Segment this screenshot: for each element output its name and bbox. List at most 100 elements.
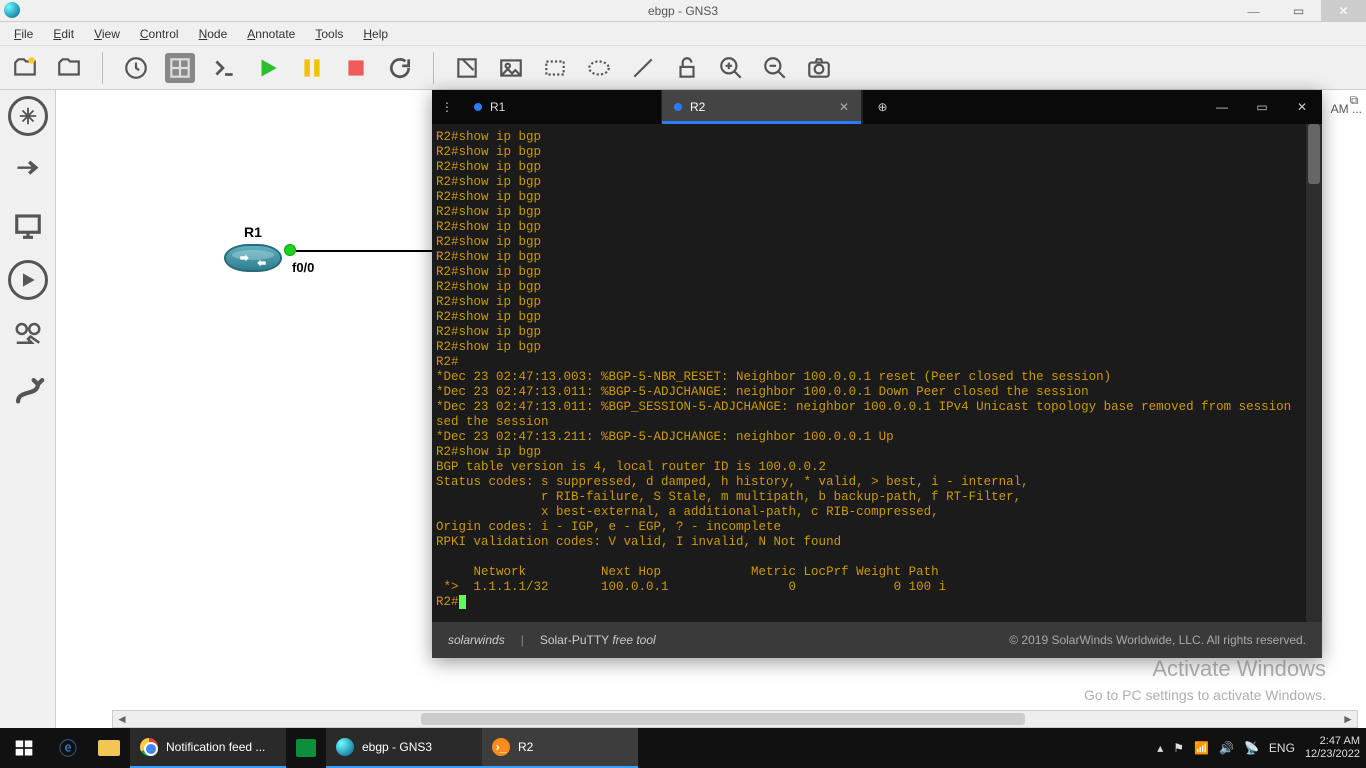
tab-close-icon[interactable]: ✕ (839, 100, 849, 114)
screenshot-icon[interactable] (804, 53, 834, 83)
taskbar-gns3-label: ebgp - GNS3 (362, 740, 432, 754)
play-icon[interactable] (253, 53, 283, 83)
taskbar-chrome[interactable]: Notification feed ... (130, 728, 286, 768)
terminal-text: R2#show ip bgp R2#show ip bgp R2#show ip… (436, 130, 1322, 594)
scroll-track[interactable] (131, 711, 1339, 727)
toolbar (0, 46, 1366, 90)
image-icon[interactable] (496, 53, 526, 83)
terminal-menu-icon[interactable]: ⋮ (432, 90, 462, 124)
folder-icon (98, 740, 120, 756)
terminal-tab-r1[interactable]: R1 (462, 90, 662, 124)
footer-product: Solar-PuTTY free tool (540, 633, 656, 647)
tray-wifi-icon[interactable]: 📡 (1244, 741, 1259, 755)
tray-chevron-icon[interactable]: ▴ (1157, 741, 1163, 755)
port-status-dot (284, 244, 296, 256)
menubar: File Edit View Control Node Annotate Too… (0, 22, 1366, 46)
tab-status-dot (474, 103, 482, 111)
tab-label: R2 (690, 100, 705, 114)
terminal-output[interactable]: R2#show ip bgp R2#show ip bgp R2#show ip… (432, 124, 1322, 622)
link-icon[interactable] (6, 368, 50, 412)
toolbar-separator (102, 52, 103, 84)
taskbar-ie[interactable]: ⓔ (48, 728, 88, 768)
menu-node[interactable]: Node (191, 25, 236, 43)
all-devices-icon[interactable] (6, 312, 50, 356)
terminal-minimize-button[interactable]: — (1202, 90, 1242, 124)
menu-annotate[interactable]: Annotate (239, 25, 303, 43)
taskbar-gns3[interactable]: ebgp - GNS3 (326, 728, 482, 768)
footer-separator: | (521, 633, 524, 647)
tray-language[interactable]: ENG (1269, 741, 1295, 755)
toolbar-separator (433, 52, 434, 84)
terminal-cursor (459, 595, 467, 609)
am-label: AM ... (1331, 102, 1362, 116)
zoom-out-icon[interactable] (760, 53, 790, 83)
chrome-icon (140, 738, 158, 756)
menu-control[interactable]: Control (132, 25, 187, 43)
terminal-footer: solarwinds | Solar-PuTTY free tool © 201… (432, 622, 1322, 658)
footer-copyright: © 2019 SolarWinds Worldwide, LLC. All ri… (1009, 633, 1306, 647)
security-devices-icon[interactable] (8, 260, 48, 300)
stop-icon[interactable] (341, 53, 371, 83)
tray-clock[interactable]: 2:47 AM 12/23/2022 (1305, 735, 1360, 761)
console-icon[interactable] (209, 53, 239, 83)
scroll-right-icon[interactable]: ► (1339, 712, 1357, 726)
tray-volume-icon[interactable]: 🔊 (1219, 741, 1234, 755)
terminal-tab-r2[interactable]: R2 ✕ (662, 90, 862, 124)
close-button[interactable]: ✕ (1321, 0, 1366, 22)
open-folder-icon[interactable] (54, 53, 84, 83)
window-controls: — ▭ ✕ (1231, 0, 1366, 22)
terminal-close-button[interactable]: ✕ (1282, 90, 1322, 124)
terminal-new-tab-icon[interactable]: ⊕ (862, 90, 902, 124)
taskbar-terminal[interactable]: ›_ R2 (482, 728, 638, 768)
switch-devices-icon[interactable] (6, 148, 50, 192)
terminal-window: ⋮ R1 R2 ✕ ⊕ — ▭ ✕ R2#show ip bgp R2#show… (432, 90, 1322, 658)
terminal-scrollbar[interactable] (1306, 124, 1322, 622)
rect-icon[interactable] (540, 53, 570, 83)
gns3-icon (336, 738, 354, 756)
scroll-left-icon[interactable]: ◄ (113, 712, 131, 726)
open-project-icon[interactable] (10, 53, 40, 83)
menu-edit[interactable]: Edit (45, 25, 82, 43)
reload-icon[interactable] (385, 53, 415, 83)
tray-network-icon[interactable]: 📶 (1194, 741, 1209, 755)
terminal-window-controls: — ▭ ✕ (1202, 90, 1322, 124)
terminal-scroll-thumb[interactable] (1308, 124, 1320, 184)
taskbar-terminal-label: R2 (518, 740, 533, 754)
maximize-button[interactable]: ▭ (1276, 0, 1321, 22)
ellipse-icon[interactable] (584, 53, 614, 83)
router-icon (224, 244, 282, 272)
tab-status-dot (674, 103, 682, 111)
terminal-maximize-button[interactable]: ▭ (1242, 90, 1282, 124)
scroll-thumb[interactable] (421, 713, 1025, 725)
ie-icon: ⓔ (58, 738, 78, 758)
grid-icon[interactable] (165, 53, 195, 83)
menu-file[interactable]: File (6, 25, 41, 43)
taskbar-explorer[interactable] (88, 728, 130, 768)
terminal-tabbar: ⋮ R1 R2 ✕ ⊕ — ▭ ✕ (432, 90, 1322, 124)
window-title: ebgp - GNS3 (648, 4, 718, 18)
menu-tools[interactable]: Tools (307, 25, 351, 43)
terminal-icon: ›_ (492, 738, 510, 756)
terminal-prompt: R2# (436, 595, 459, 609)
router-label: R1 (224, 224, 282, 240)
line-icon[interactable] (628, 53, 658, 83)
router-node-r1[interactable]: R1 (224, 224, 282, 272)
zoom-in-icon[interactable] (716, 53, 746, 83)
footer-brand: solarwinds (448, 633, 505, 647)
tray-flag-icon[interactable]: ⚑ (1173, 741, 1184, 755)
system-tray: ▴ ⚑ 📶 🔊 📡 ENG 2:47 AM 12/23/2022 (1157, 735, 1366, 761)
store-icon (296, 739, 316, 757)
menu-view[interactable]: View (86, 25, 128, 43)
clock-icon[interactable] (121, 53, 151, 83)
end-devices-icon[interactable] (6, 204, 50, 248)
menu-help[interactable]: Help (355, 25, 396, 43)
lock-icon[interactable] (672, 53, 702, 83)
note-icon[interactable] (452, 53, 482, 83)
router-devices-icon[interactable] (8, 96, 48, 136)
pause-icon[interactable] (297, 53, 327, 83)
horizontal-scrollbar[interactable]: ◄ ► (112, 710, 1358, 728)
start-button[interactable] (0, 728, 48, 768)
tray-time: 2:47 AM (1305, 735, 1360, 748)
minimize-button[interactable]: — (1231, 0, 1276, 22)
taskbar-store[interactable] (286, 728, 326, 768)
